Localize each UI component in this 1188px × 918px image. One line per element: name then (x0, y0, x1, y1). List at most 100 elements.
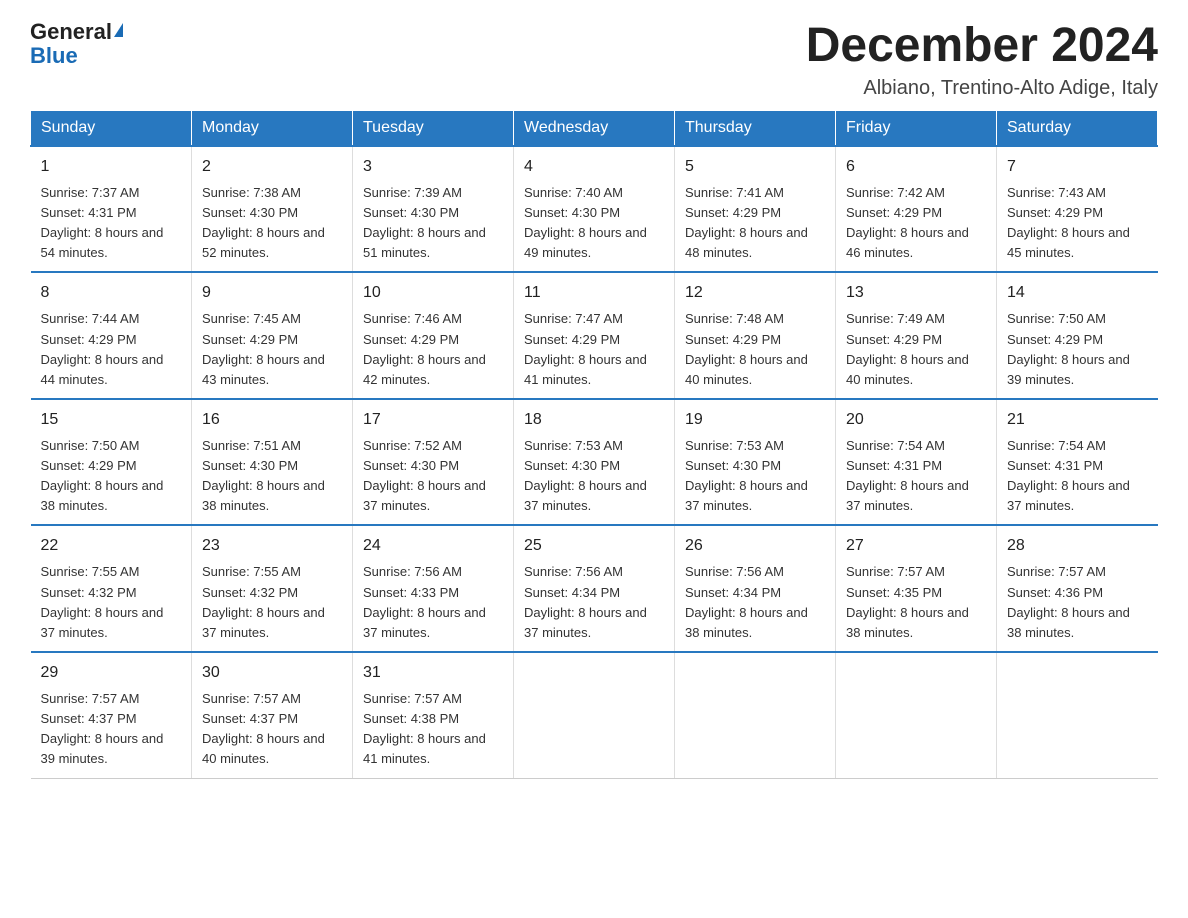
day-number: 19 (685, 408, 825, 432)
day-number: 31 (363, 661, 503, 685)
day-info: Sunrise: 7:50 AMSunset: 4:29 PMDaylight:… (1007, 311, 1130, 386)
header-monday: Monday (192, 110, 353, 146)
day-info: Sunrise: 7:55 AMSunset: 4:32 PMDaylight:… (41, 564, 164, 639)
table-row: 6 Sunrise: 7:42 AMSunset: 4:29 PMDayligh… (836, 146, 997, 273)
day-number: 7 (1007, 155, 1148, 179)
day-number: 9 (202, 281, 342, 305)
table-row (675, 652, 836, 778)
day-info: Sunrise: 7:39 AMSunset: 4:30 PMDaylight:… (363, 185, 486, 260)
day-number: 3 (363, 155, 503, 179)
day-number: 2 (202, 155, 342, 179)
table-row: 2 Sunrise: 7:38 AMSunset: 4:30 PMDayligh… (192, 146, 353, 273)
day-number: 23 (202, 534, 342, 558)
day-number: 8 (41, 281, 182, 305)
table-row: 4 Sunrise: 7:40 AMSunset: 4:30 PMDayligh… (514, 146, 675, 273)
day-info: Sunrise: 7:51 AMSunset: 4:30 PMDaylight:… (202, 438, 325, 513)
day-info: Sunrise: 7:56 AMSunset: 4:34 PMDaylight:… (685, 564, 808, 639)
table-row: 26 Sunrise: 7:56 AMSunset: 4:34 PMDaylig… (675, 525, 836, 652)
day-number: 22 (41, 534, 182, 558)
table-row: 11 Sunrise: 7:47 AMSunset: 4:29 PMDaylig… (514, 272, 675, 399)
day-info: Sunrise: 7:57 AMSunset: 4:35 PMDaylight:… (846, 564, 969, 639)
day-number: 20 (846, 408, 986, 432)
page-header: General Blue December 2024 Albiano, Tren… (30, 20, 1158, 100)
calendar-table: Sunday Monday Tuesday Wednesday Thursday… (30, 110, 1158, 779)
table-row: 9 Sunrise: 7:45 AMSunset: 4:29 PMDayligh… (192, 272, 353, 399)
table-row: 23 Sunrise: 7:55 AMSunset: 4:32 PMDaylig… (192, 525, 353, 652)
day-number: 18 (524, 408, 664, 432)
day-number: 11 (524, 281, 664, 305)
day-number: 15 (41, 408, 182, 432)
table-row: 31 Sunrise: 7:57 AMSunset: 4:38 PMDaylig… (353, 652, 514, 778)
table-row: 5 Sunrise: 7:41 AMSunset: 4:29 PMDayligh… (675, 146, 836, 273)
day-number: 4 (524, 155, 664, 179)
day-number: 10 (363, 281, 503, 305)
day-number: 17 (363, 408, 503, 432)
day-number: 26 (685, 534, 825, 558)
day-number: 5 (685, 155, 825, 179)
day-number: 16 (202, 408, 342, 432)
day-info: Sunrise: 7:55 AMSunset: 4:32 PMDaylight:… (202, 564, 325, 639)
logo: General Blue (30, 20, 123, 68)
day-info: Sunrise: 7:50 AMSunset: 4:29 PMDaylight:… (41, 438, 164, 513)
table-row (997, 652, 1158, 778)
day-info: Sunrise: 7:40 AMSunset: 4:30 PMDaylight:… (524, 185, 647, 260)
table-row: 3 Sunrise: 7:39 AMSunset: 4:30 PMDayligh… (353, 146, 514, 273)
day-info: Sunrise: 7:41 AMSunset: 4:29 PMDaylight:… (685, 185, 808, 260)
table-row: 14 Sunrise: 7:50 AMSunset: 4:29 PMDaylig… (997, 272, 1158, 399)
day-number: 24 (363, 534, 503, 558)
table-row: 20 Sunrise: 7:54 AMSunset: 4:31 PMDaylig… (836, 399, 997, 526)
day-number: 28 (1007, 534, 1148, 558)
header-thursday: Thursday (675, 110, 836, 146)
day-info: Sunrise: 7:53 AMSunset: 4:30 PMDaylight:… (524, 438, 647, 513)
day-info: Sunrise: 7:57 AMSunset: 4:36 PMDaylight:… (1007, 564, 1130, 639)
table-row: 25 Sunrise: 7:56 AMSunset: 4:34 PMDaylig… (514, 525, 675, 652)
header-tuesday: Tuesday (353, 110, 514, 146)
table-row: 1 Sunrise: 7:37 AMSunset: 4:31 PMDayligh… (31, 146, 192, 273)
table-row: 18 Sunrise: 7:53 AMSunset: 4:30 PMDaylig… (514, 399, 675, 526)
table-row (514, 652, 675, 778)
day-number: 14 (1007, 281, 1148, 305)
table-row: 24 Sunrise: 7:56 AMSunset: 4:33 PMDaylig… (353, 525, 514, 652)
table-row: 15 Sunrise: 7:50 AMSunset: 4:29 PMDaylig… (31, 399, 192, 526)
table-row: 19 Sunrise: 7:53 AMSunset: 4:30 PMDaylig… (675, 399, 836, 526)
day-info: Sunrise: 7:44 AMSunset: 4:29 PMDaylight:… (41, 311, 164, 386)
day-info: Sunrise: 7:53 AMSunset: 4:30 PMDaylight:… (685, 438, 808, 513)
day-number: 30 (202, 661, 342, 685)
day-info: Sunrise: 7:47 AMSunset: 4:29 PMDaylight:… (524, 311, 647, 386)
day-info: Sunrise: 7:52 AMSunset: 4:30 PMDaylight:… (363, 438, 486, 513)
day-info: Sunrise: 7:46 AMSunset: 4:29 PMDaylight:… (363, 311, 486, 386)
day-number: 13 (846, 281, 986, 305)
table-row (836, 652, 997, 778)
title-area: December 2024 Albiano, Trentino-Alto Adi… (806, 20, 1158, 100)
logo-general: General (30, 19, 112, 44)
day-info: Sunrise: 7:57 AMSunset: 4:37 PMDaylight:… (41, 691, 164, 766)
header-wednesday: Wednesday (514, 110, 675, 146)
logo-blue: Blue (30, 43, 78, 68)
day-info: Sunrise: 7:38 AMSunset: 4:30 PMDaylight:… (202, 185, 325, 260)
table-row: 16 Sunrise: 7:51 AMSunset: 4:30 PMDaylig… (192, 399, 353, 526)
calendar-header-row: Sunday Monday Tuesday Wednesday Thursday… (31, 110, 1158, 146)
header-sunday: Sunday (31, 110, 192, 146)
day-number: 12 (685, 281, 825, 305)
table-row: 29 Sunrise: 7:57 AMSunset: 4:37 PMDaylig… (31, 652, 192, 778)
day-info: Sunrise: 7:57 AMSunset: 4:37 PMDaylight:… (202, 691, 325, 766)
header-saturday: Saturday (997, 110, 1158, 146)
logo-triangle-icon (114, 23, 123, 37)
header-friday: Friday (836, 110, 997, 146)
day-number: 1 (41, 155, 182, 179)
day-number: 6 (846, 155, 986, 179)
location-subtitle: Albiano, Trentino-Alto Adige, Italy (806, 77, 1158, 100)
table-row: 22 Sunrise: 7:55 AMSunset: 4:32 PMDaylig… (31, 525, 192, 652)
logo-text: General Blue (30, 20, 123, 68)
day-info: Sunrise: 7:37 AMSunset: 4:31 PMDaylight:… (41, 185, 164, 260)
table-row: 13 Sunrise: 7:49 AMSunset: 4:29 PMDaylig… (836, 272, 997, 399)
table-row: 7 Sunrise: 7:43 AMSunset: 4:29 PMDayligh… (997, 146, 1158, 273)
day-info: Sunrise: 7:49 AMSunset: 4:29 PMDaylight:… (846, 311, 969, 386)
table-row: 28 Sunrise: 7:57 AMSunset: 4:36 PMDaylig… (997, 525, 1158, 652)
day-number: 27 (846, 534, 986, 558)
table-row: 30 Sunrise: 7:57 AMSunset: 4:37 PMDaylig… (192, 652, 353, 778)
table-row: 8 Sunrise: 7:44 AMSunset: 4:29 PMDayligh… (31, 272, 192, 399)
table-row: 17 Sunrise: 7:52 AMSunset: 4:30 PMDaylig… (353, 399, 514, 526)
table-row: 21 Sunrise: 7:54 AMSunset: 4:31 PMDaylig… (997, 399, 1158, 526)
day-info: Sunrise: 7:56 AMSunset: 4:34 PMDaylight:… (524, 564, 647, 639)
